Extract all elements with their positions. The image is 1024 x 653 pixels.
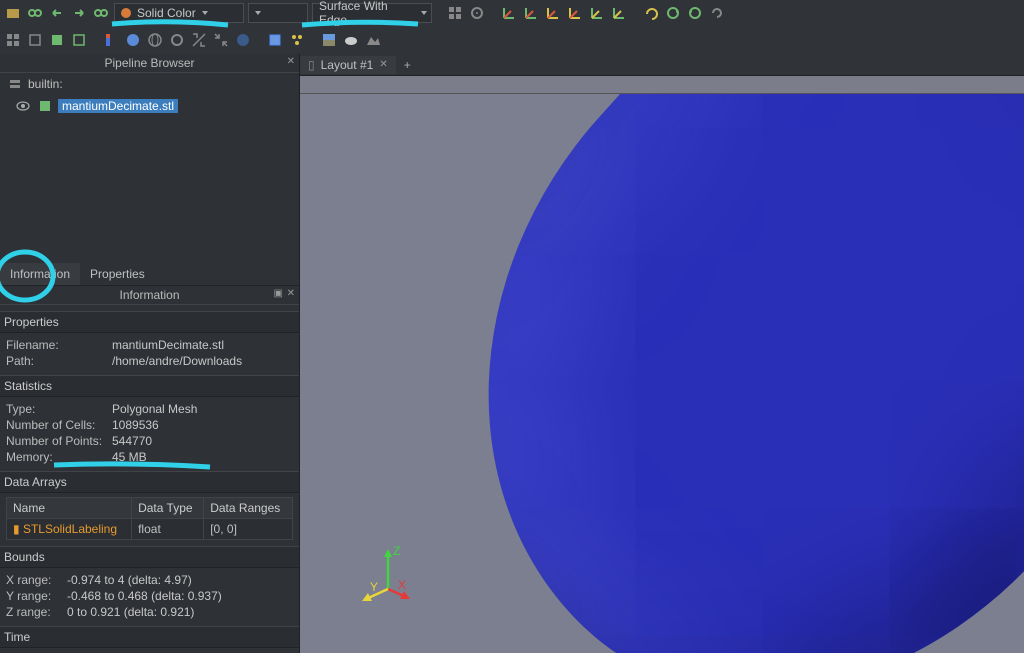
- add-layout-button[interactable]: +: [396, 56, 419, 74]
- filename-row: Filename:mantiumDecimate.stl: [6, 337, 293, 353]
- render-view-toolbar[interactable]: [300, 76, 1024, 94]
- svg-text:X: X: [398, 578, 406, 592]
- svg-text:Y: Y: [370, 580, 378, 594]
- visibility-eye-icon[interactable]: [14, 97, 32, 115]
- tab-information[interactable]: Information: [0, 263, 80, 285]
- table-header: Name Data Type Data Ranges: [7, 498, 293, 519]
- grid-icon[interactable]: [446, 4, 464, 22]
- axis5-icon[interactable]: [588, 4, 606, 22]
- table-row[interactable]: ▮ STLSolidLabeling float [0, 0]: [7, 519, 293, 540]
- color-mode-dropdown[interactable]: Solid Color: [114, 3, 244, 23]
- world-icon[interactable]: [146, 31, 164, 49]
- close-icon[interactable]: ✕: [287, 56, 295, 67]
- rot90-icon[interactable]: [642, 4, 660, 22]
- array-cube-icon: ▮: [13, 522, 20, 536]
- sky-icon[interactable]: [320, 31, 338, 49]
- points-row: Number of Points:544770: [6, 433, 293, 449]
- server-icon: [6, 75, 24, 93]
- axis3-icon[interactable]: [544, 4, 562, 22]
- toolbar-row-1: Solid Color Surface With Edge: [0, 0, 1024, 26]
- mesh-render: [339, 94, 1024, 653]
- colormap-dropdown[interactable]: [248, 3, 308, 23]
- representation-dropdown[interactable]: Surface With Edge: [312, 3, 432, 23]
- colorbar-icon[interactable]: [102, 31, 120, 49]
- prev-icon[interactable]: [48, 4, 66, 22]
- render-viewport[interactable]: Z X Y: [300, 94, 1024, 653]
- data-arrays-table: Name Data Type Data Ranges ▮ STLSolidLab…: [6, 497, 293, 540]
- link2-icon[interactable]: [92, 4, 110, 22]
- cube-outline-icon[interactable]: [26, 31, 44, 49]
- y-range-row: Y range:-0.468 to 0.468 (delta: 0.937): [6, 588, 293, 604]
- next-icon[interactable]: [70, 4, 88, 22]
- layout-tabs: ▯ Layout #1 ✕ +: [300, 54, 1024, 76]
- path-row: Path:/home/andre/Downloads: [6, 353, 293, 369]
- palette-icon[interactable]: [124, 31, 142, 49]
- info-properties-tabs: Information Properties: [0, 263, 299, 286]
- globe-icon[interactable]: [234, 31, 252, 49]
- z-range-row: Z range:0 to 0.921 (delta: 0.921): [6, 604, 293, 620]
- type-row: Type:Polygonal Mesh: [6, 401, 293, 417]
- axis6-icon[interactable]: [610, 4, 628, 22]
- bookmark-icon: ▯: [308, 58, 315, 72]
- left-panel: Pipeline Browser ✕ builtin: mantiumDecim…: [0, 54, 300, 653]
- layout-tab-1[interactable]: ▯ Layout #1 ✕: [300, 56, 396, 74]
- pipeline-browser[interactable]: builtin: mantiumDecimate.stl: [0, 73, 299, 263]
- x-range-row: X range:-0.974 to 4 (delta: 4.97): [6, 572, 293, 588]
- axis4-icon[interactable]: [566, 4, 584, 22]
- representation-label: Surface With Edge: [319, 0, 415, 27]
- close-icon[interactable]: ✕: [287, 288, 295, 299]
- cloud-icon[interactable]: [342, 31, 360, 49]
- rotate-ccw-icon[interactable]: [686, 4, 704, 22]
- axis2-icon[interactable]: [522, 4, 540, 22]
- rotate-cw-icon[interactable]: [664, 4, 682, 22]
- section-bounds: Bounds: [0, 546, 299, 568]
- svg-text:Z: Z: [393, 544, 400, 558]
- tab-properties[interactable]: Properties: [80, 263, 155, 285]
- memory-row: Memory:45 MB: [6, 449, 293, 465]
- open-icon[interactable]: [4, 4, 22, 22]
- grid2-icon[interactable]: [4, 31, 22, 49]
- information-panel[interactable]: Properties Filename:mantiumDecimate.stl …: [0, 305, 299, 653]
- right-panel: ▯ Layout #1 ✕ + Z X Y: [300, 54, 1024, 653]
- collapse-icon[interactable]: ▣: [274, 288, 283, 299]
- cube-wire-icon[interactable]: [70, 31, 88, 49]
- main: Pipeline Browser ✕ builtin: mantiumDecim…: [0, 54, 1024, 653]
- rescale-icon[interactable]: [190, 31, 208, 49]
- cube-green-icon[interactable]: [48, 31, 66, 49]
- pipeline-item[interactable]: mantiumDecimate.stl: [0, 95, 299, 117]
- mountain-icon[interactable]: [364, 31, 382, 49]
- select-points-icon[interactable]: [288, 31, 306, 49]
- refresh-icon[interactable]: [168, 31, 186, 49]
- pipeline-file-label: mantiumDecimate.stl: [58, 99, 178, 113]
- file-cube-icon: [36, 97, 54, 115]
- link-icon[interactable]: [26, 4, 44, 22]
- section-properties: Properties: [0, 311, 299, 333]
- section-data-arrays: Data Arrays: [0, 471, 299, 493]
- close-tab-icon[interactable]: ✕: [379, 59, 387, 70]
- axis1-icon[interactable]: [500, 4, 518, 22]
- pipeline-browser-title: Pipeline Browser ✕: [0, 54, 299, 73]
- orientation-axes[interactable]: Z X Y: [358, 539, 438, 619]
- center-icon[interactable]: [468, 4, 486, 22]
- color-mode-label: Solid Color: [137, 6, 196, 20]
- shrink-icon[interactable]: [212, 31, 230, 49]
- toolbar-row-2: [0, 26, 1024, 54]
- information-panel-title: Information ▣ ✕: [0, 286, 299, 305]
- select-rect-icon[interactable]: [266, 31, 284, 49]
- cells-row: Number of Cells:1089536: [6, 417, 293, 433]
- section-time: Time: [0, 626, 299, 648]
- pipeline-builtin[interactable]: builtin:: [0, 73, 299, 95]
- reload-icon[interactable]: [708, 4, 726, 22]
- section-statistics: Statistics: [0, 375, 299, 397]
